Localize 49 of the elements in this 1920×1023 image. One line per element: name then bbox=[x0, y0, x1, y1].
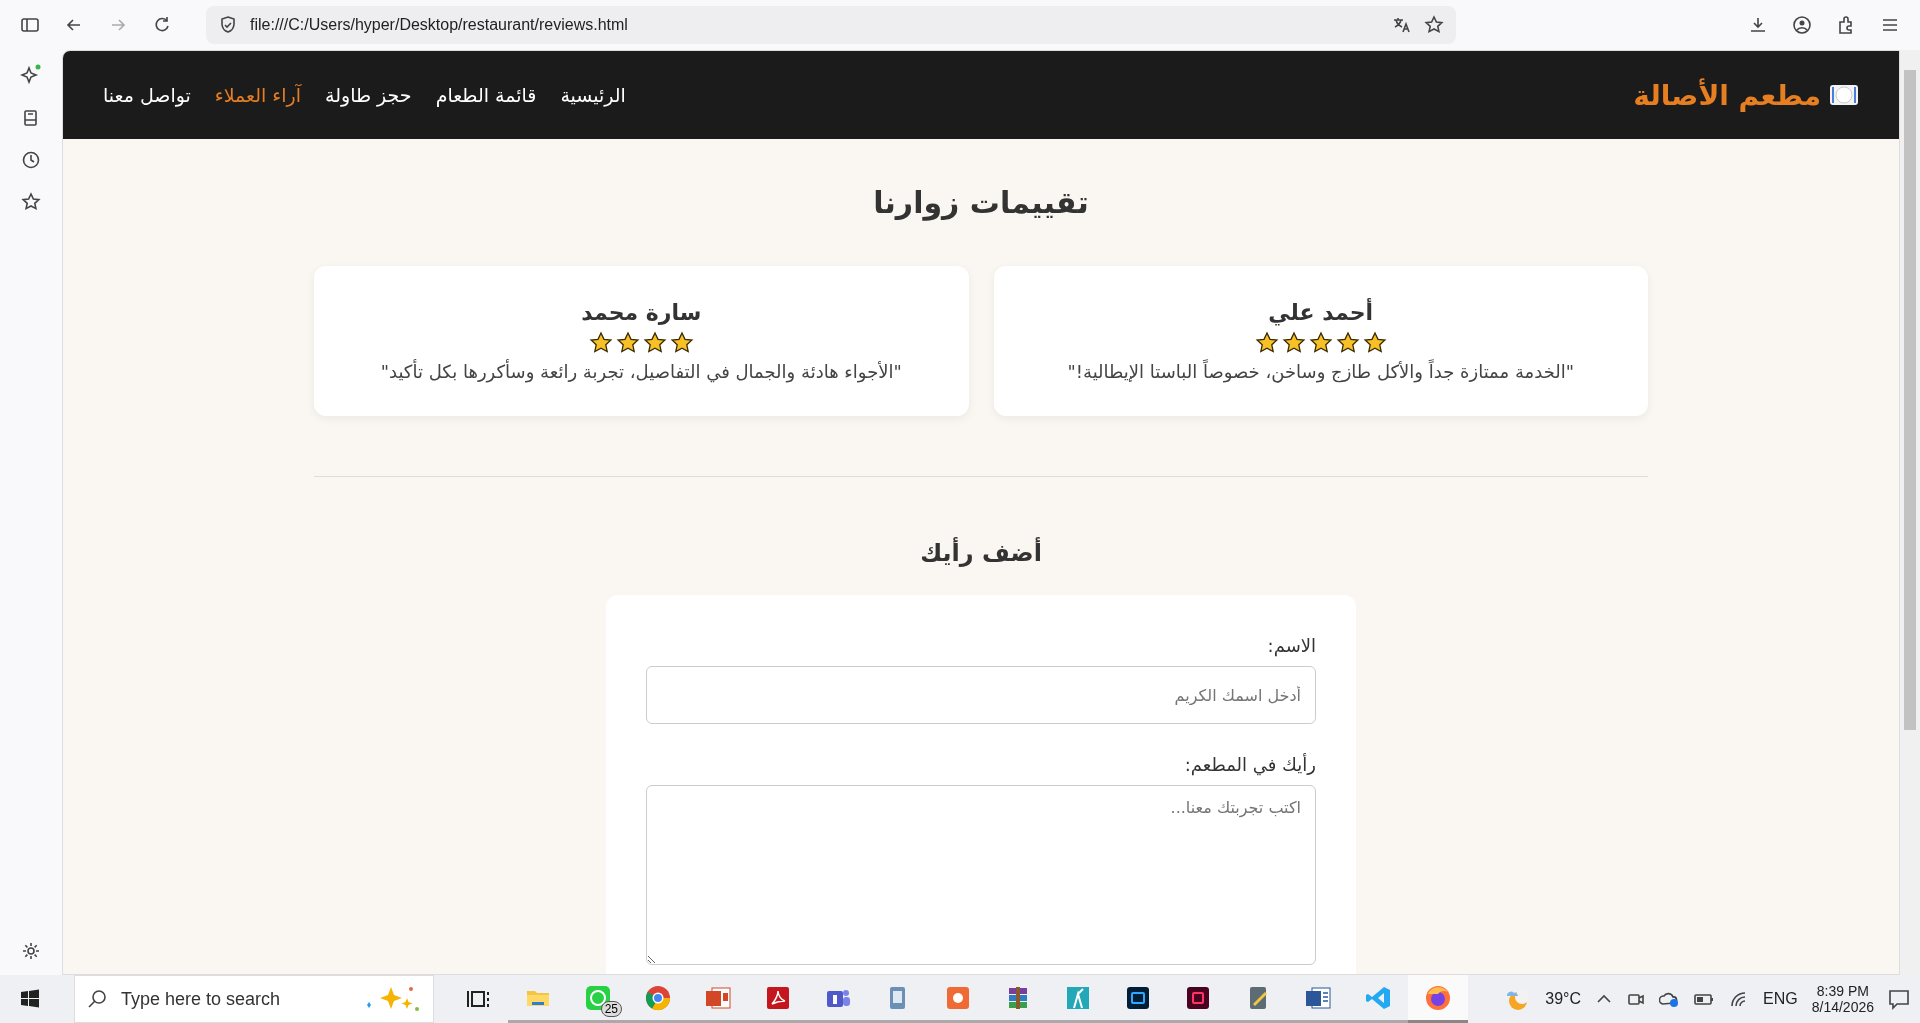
nav-link[interactable]: قائمة الطعام bbox=[435, 84, 537, 106]
logo-text[interactable]: مطعم الأصالة bbox=[1633, 78, 1821, 112]
temperature-text[interactable]: 39°C bbox=[1545, 990, 1582, 1008]
search-icon bbox=[87, 989, 107, 1009]
nav-link[interactable]: حجز طاولة bbox=[325, 84, 412, 106]
star-icon[interactable] bbox=[1424, 15, 1444, 35]
account-icon[interactable] bbox=[1792, 15, 1812, 35]
sidebar-toggle-icon[interactable] bbox=[20, 15, 40, 35]
star-icon bbox=[669, 331, 694, 355]
nav-link[interactable]: آراء العملاء bbox=[214, 84, 301, 106]
star-icon bbox=[1281, 331, 1306, 355]
taskbar-search-field[interactable]: Type here to search bbox=[74, 975, 434, 1023]
star-icon bbox=[615, 331, 640, 355]
reviewer-name: سارة محمد bbox=[581, 300, 702, 325]
url-text: file:///C:/Users/hyper/Desktop/restaurant/reviews.html bbox=[250, 16, 628, 34]
star-icon bbox=[1308, 331, 1333, 355]
nav-link[interactable]: تواصل معنا bbox=[103, 84, 191, 106]
fox-browser-icon[interactable] bbox=[1424, 983, 1452, 1012]
star-icon bbox=[1254, 331, 1279, 355]
review-field[interactable]: اكتب تجربتك معنا... bbox=[646, 785, 1316, 965]
reviewer-name: أحمد علي bbox=[1268, 300, 1374, 325]
star-icon bbox=[642, 331, 667, 355]
language-indicator[interactable]: ENG bbox=[1763, 990, 1798, 1008]
notification-badge: 25 bbox=[600, 1001, 622, 1017]
star-icon[interactable] bbox=[21, 192, 41, 212]
sparkle-icon[interactable] bbox=[20, 64, 42, 86]
clock-date[interactable]: 8/14/2026 bbox=[1811, 999, 1874, 1015]
browser-icon[interactable] bbox=[644, 983, 672, 1012]
shield-icon bbox=[218, 15, 238, 35]
clock-time[interactable]: 8:39 PM bbox=[1816, 983, 1869, 999]
cloud-icon[interactable] bbox=[1659, 990, 1680, 1008]
field-label: رأيك في المطعم: bbox=[1183, 754, 1316, 775]
download-icon[interactable] bbox=[1748, 15, 1768, 35]
notifications-icon[interactable] bbox=[1888, 988, 1910, 1010]
translate-icon[interactable] bbox=[1392, 15, 1412, 35]
scrollbar[interactable] bbox=[1900, 50, 1920, 975]
address-bar[interactable]: file:///C:/Users/hyper/Desktop/restaurant/reviews.html bbox=[206, 6, 1456, 44]
section-title: تقييمات زوارنا bbox=[873, 185, 1089, 220]
settings-icon[interactable] bbox=[21, 941, 41, 961]
form-title: أضف رأيك bbox=[920, 539, 1042, 567]
star-icon bbox=[1335, 331, 1360, 355]
star-icon bbox=[1362, 331, 1387, 355]
star-icon bbox=[588, 331, 613, 355]
field-label: الاسم: bbox=[1266, 635, 1316, 656]
review-text: "الخدمة ممتازة جداً والأكل طازج وساخن، خصوصاً الباستا الإيطالية!" bbox=[1067, 361, 1574, 382]
history-icon[interactable] bbox=[21, 150, 41, 170]
review-text: "الأجواء هادئة والجمال في التفاصيل، تجربة رائعة وسأكررها بكل تأكيد" bbox=[380, 361, 902, 382]
search-placeholder: Type here to search bbox=[121, 988, 281, 1010]
nav-link[interactable]: الرئيسية bbox=[560, 84, 626, 106]
